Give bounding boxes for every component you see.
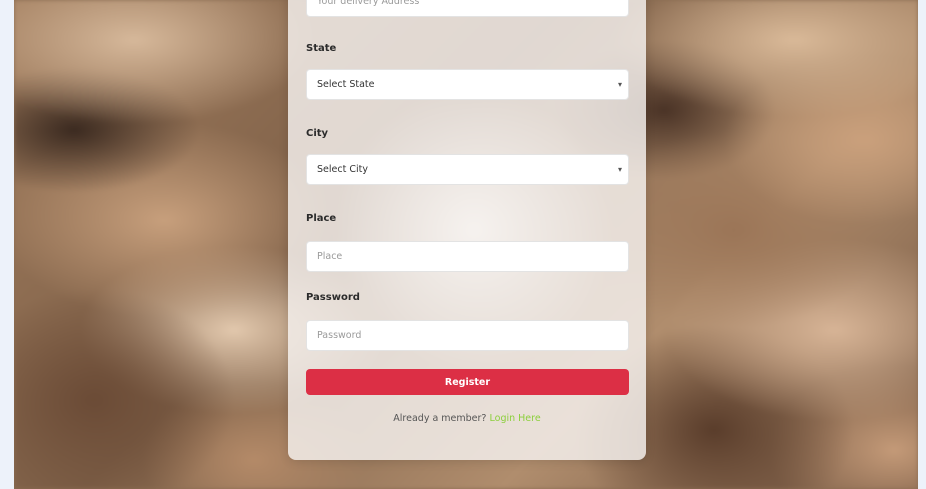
register-button[interactable]: Register [306, 369, 629, 395]
password-label: Password [306, 292, 360, 303]
registration-card: State Select State ▾ City Select City ▾ … [288, 0, 646, 460]
page-viewport: State Select State ▾ City Select City ▾ … [14, 0, 918, 489]
chevron-down-icon: ▾ [617, 165, 622, 174]
state-label: State [306, 43, 337, 54]
password-input[interactable] [306, 320, 629, 351]
city-select[interactable]: Select City ▾ [306, 154, 629, 185]
chevron-down-icon: ▾ [617, 80, 622, 89]
address-input[interactable] [306, 0, 629, 17]
city-label: City [306, 128, 329, 139]
place-input[interactable] [306, 241, 629, 272]
state-select[interactable]: Select State ▾ [306, 69, 629, 100]
login-link[interactable]: Login Here [490, 413, 541, 424]
place-label: Place [306, 213, 337, 224]
city-select-value: Select City [317, 164, 368, 175]
state-select-value: Select State [317, 79, 375, 90]
login-prompt: Already a member? Login Here [288, 413, 646, 424]
login-prompt-text: Already a member? [393, 413, 487, 424]
